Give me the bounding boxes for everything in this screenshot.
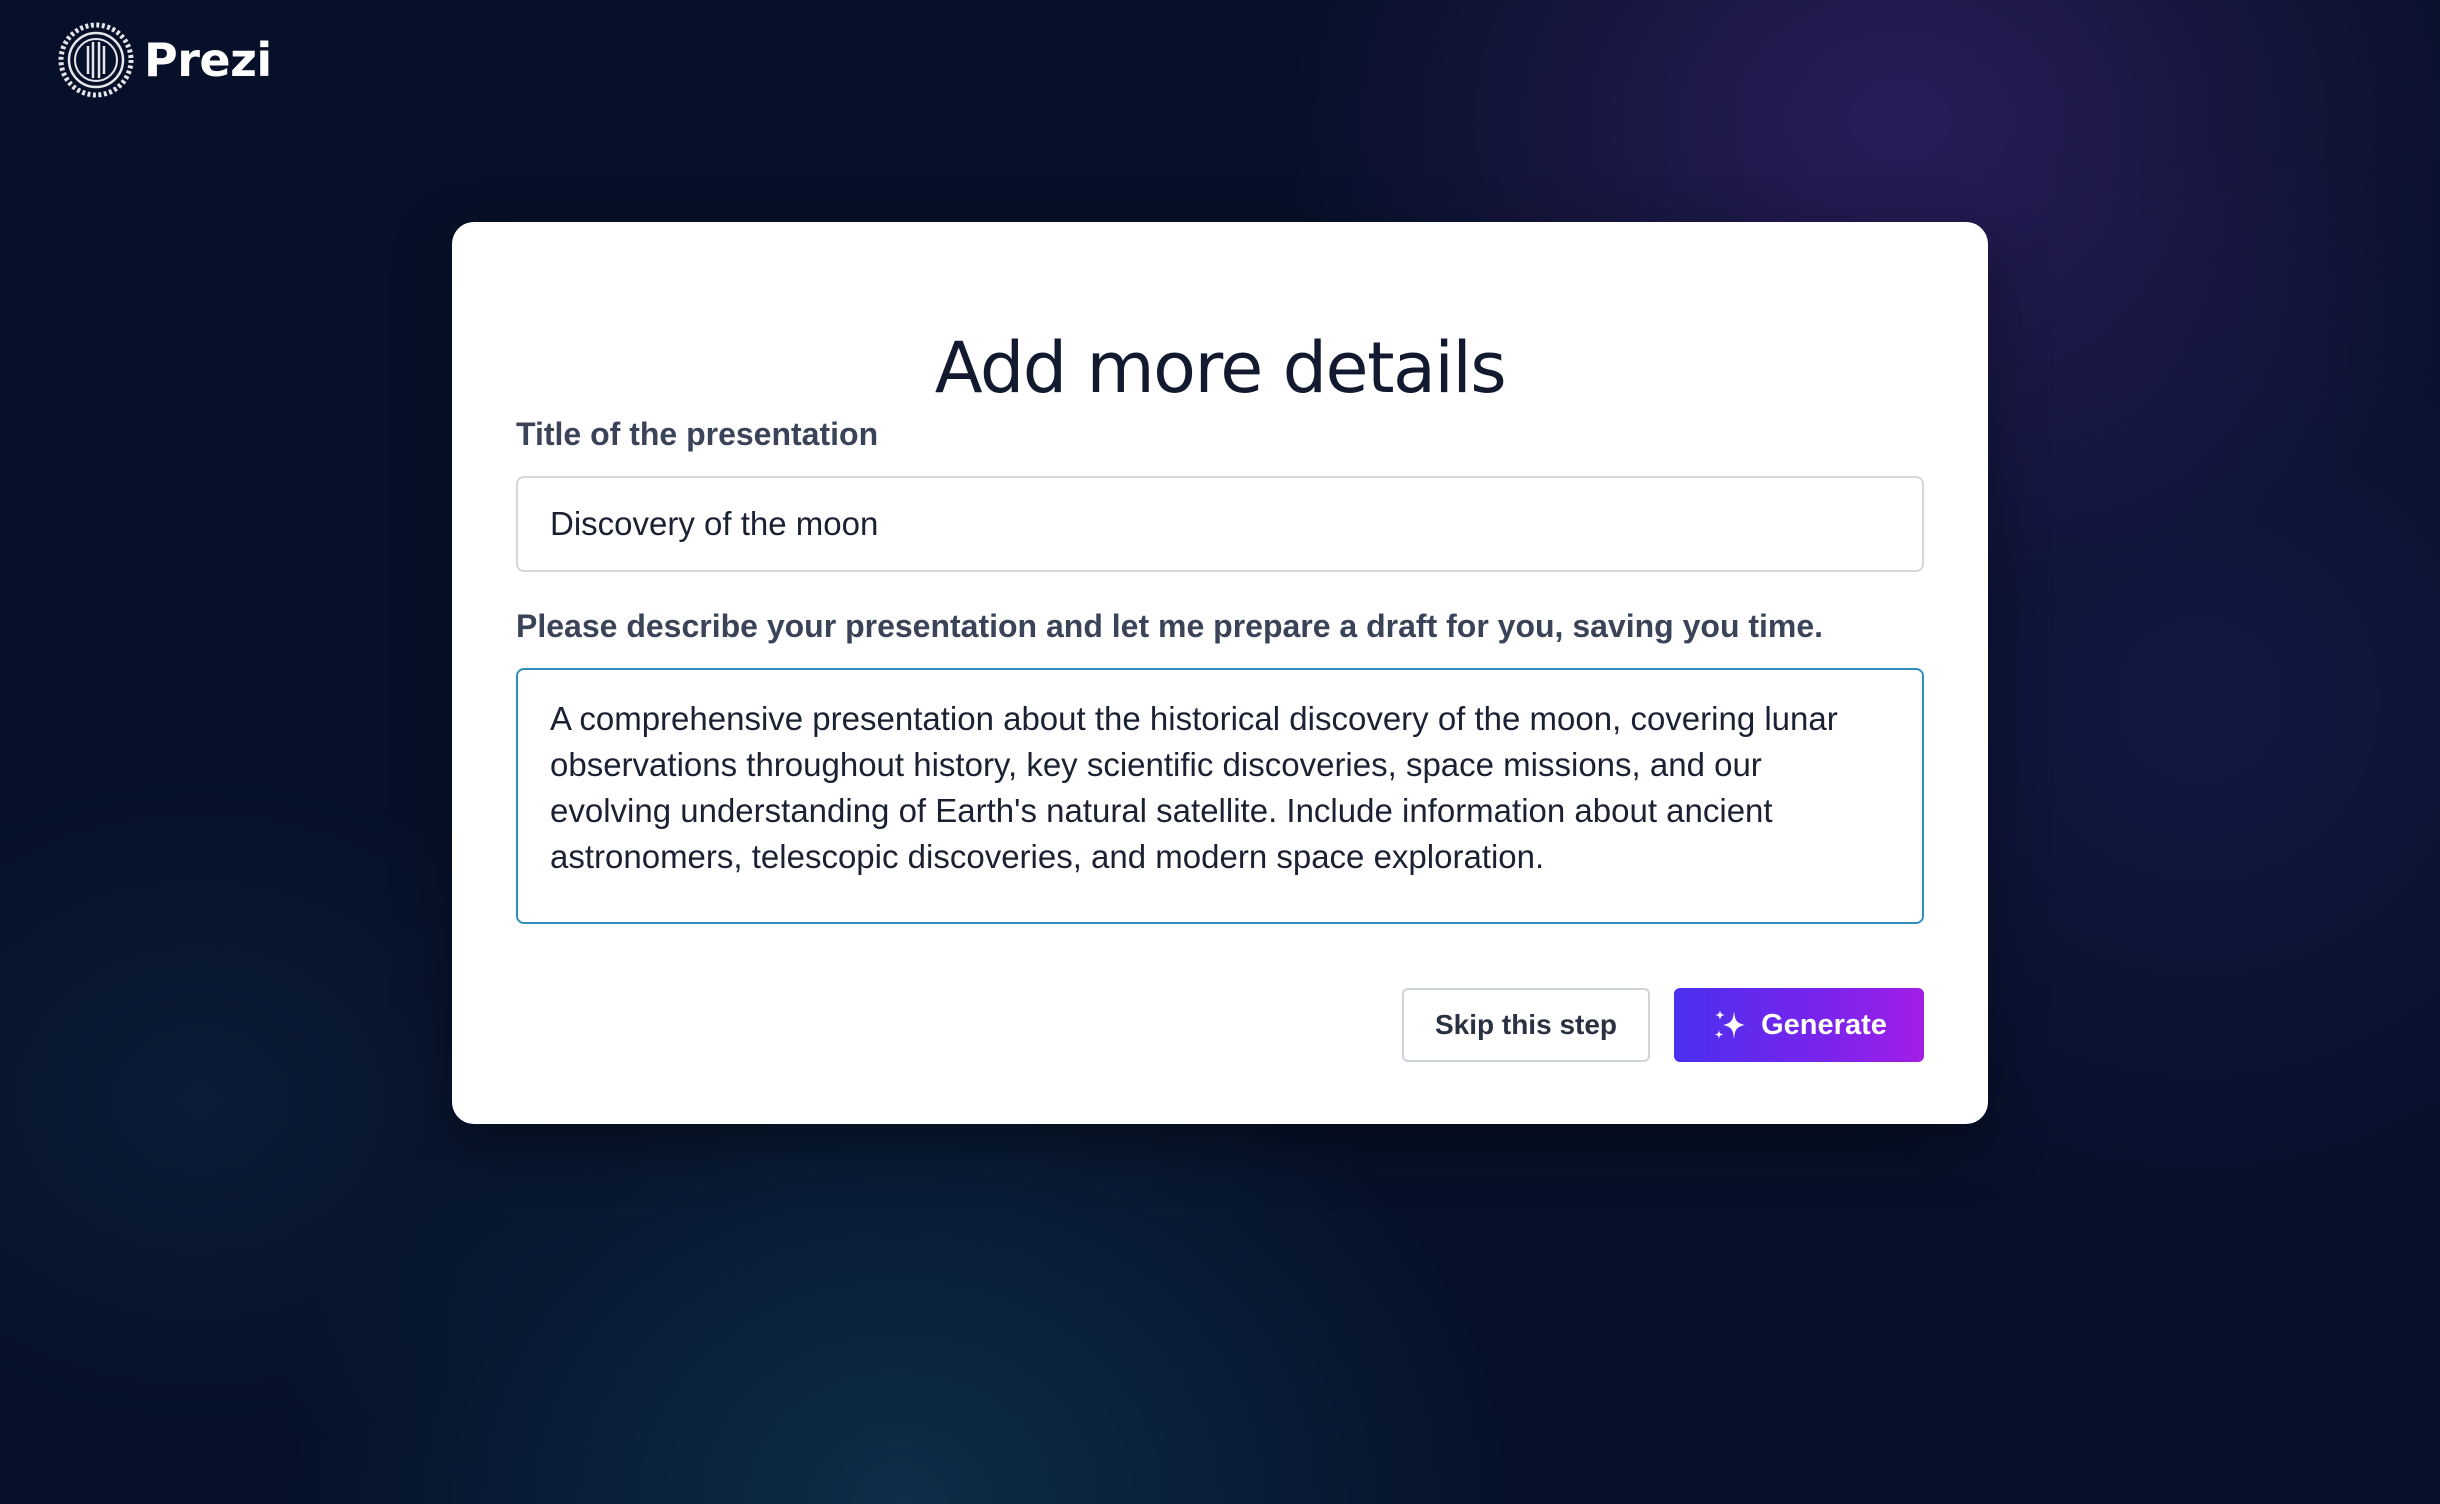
skip-step-button[interactable]: Skip this step: [1402, 988, 1650, 1062]
prezi-logo-icon: [58, 22, 134, 98]
prezi-logo[interactable]: Prezi: [58, 22, 272, 98]
sparkle-icon: [1714, 1010, 1746, 1039]
presentation-title-input[interactable]: [516, 476, 1924, 572]
presentation-description-input[interactable]: A comprehensive presentation about the h…: [516, 668, 1924, 924]
generate-button-label: Generate: [1761, 1008, 1887, 1041]
add-details-dialog: Add more details Title of the presentati…: [452, 222, 1988, 1124]
description-field-label: Please describe your presentation and le…: [516, 608, 1824, 644]
generate-button[interactable]: Generate: [1674, 988, 1924, 1062]
brand-name: Prezi: [144, 33, 272, 87]
dialog-title: Add more details: [934, 326, 1507, 409]
title-field-label: Title of the presentation: [516, 416, 879, 452]
